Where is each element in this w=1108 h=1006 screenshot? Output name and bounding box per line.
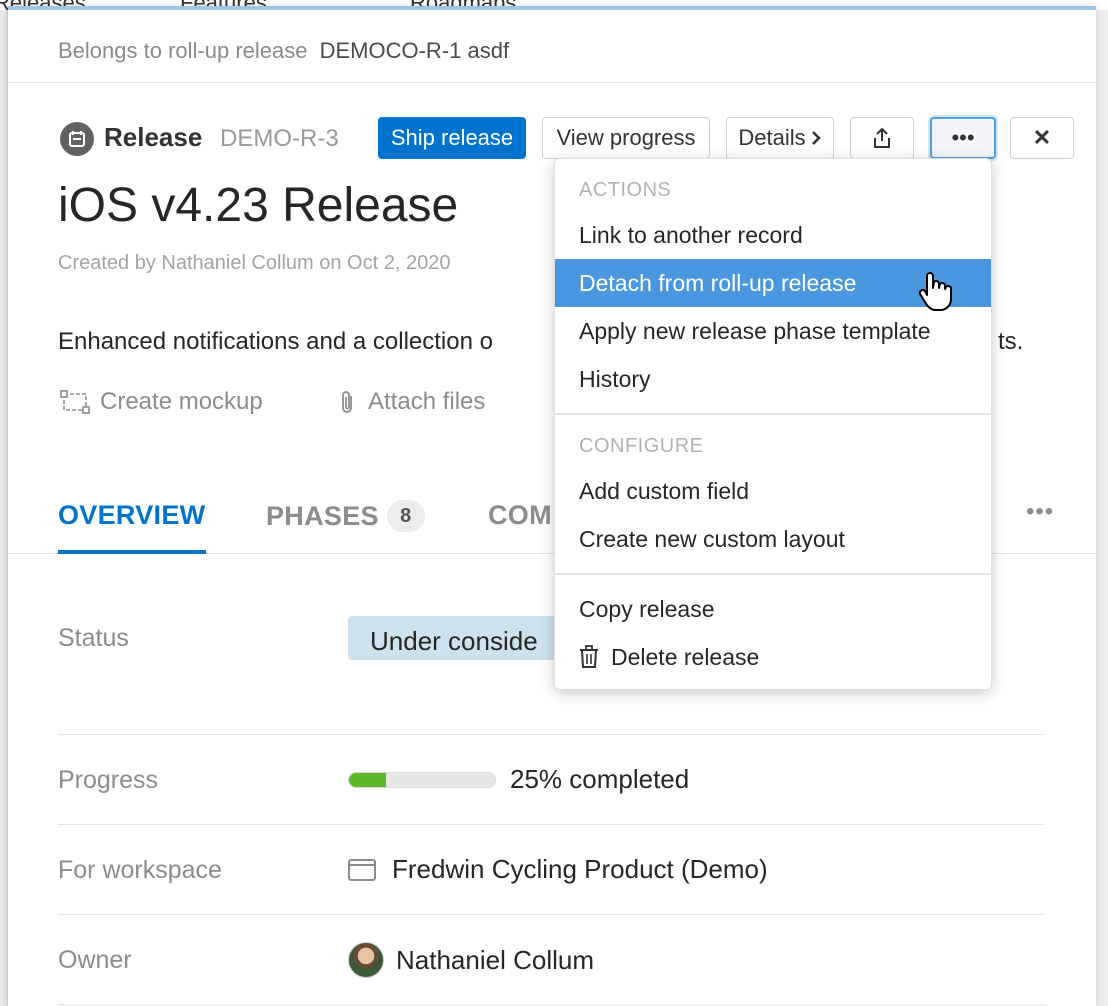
menu-item-history[interactable]: History <box>555 355 991 403</box>
progress-bar <box>348 771 496 788</box>
details-label: Details <box>738 125 806 150</box>
release-icon <box>60 122 94 156</box>
ship-release-button[interactable]: Ship release <box>378 117 526 159</box>
tab-comments[interactable]: COM <box>488 500 552 531</box>
progress-fill <box>349 772 386 787</box>
divider <box>8 82 1096 83</box>
row-divider <box>58 734 1044 735</box>
status-badge[interactable]: Under conside <box>348 616 578 660</box>
progress-value: 25% completed <box>348 764 689 795</box>
status-label: Status <box>58 624 129 652</box>
avatar <box>348 942 384 978</box>
menu-heading-actions: ACTIONS <box>579 179 672 201</box>
attach-files-label: Attach files <box>368 388 486 415</box>
menu-item-delete[interactable]: Delete release <box>555 633 991 681</box>
menu-item-add-field[interactable]: Add custom field <box>555 467 991 515</box>
owner-value[interactable]: Nathaniel Collum <box>348 942 594 978</box>
more-actions-menu: ACTIONS Link to another record Detach fr… <box>554 158 992 690</box>
close-button[interactable]: ✕ <box>1010 117 1074 159</box>
tab-phases-label: PHASES <box>266 501 379 531</box>
more-actions-button[interactable]: ••• <box>930 117 996 159</box>
background-page-left <box>0 10 8 1006</box>
rollup-breadcrumb: Belongs to roll-up release DEMOCO-R-1 as… <box>58 38 509 64</box>
hand-cursor-icon <box>918 272 952 311</box>
mockup-icon <box>60 390 90 414</box>
workspace-label: For workspace <box>58 856 222 884</box>
menu-divider <box>555 413 991 415</box>
menu-divider <box>555 573 991 575</box>
record-id[interactable]: DEMO-R-3 <box>220 125 339 153</box>
row-divider <box>58 914 1044 915</box>
owner-label: Owner <box>58 946 132 974</box>
menu-heading-configure: CONFIGURE <box>579 435 704 457</box>
delete-label: Delete release <box>611 643 760 670</box>
row-divider <box>58 824 1044 825</box>
share-icon <box>874 127 890 148</box>
attach-files-link[interactable]: Attach files <box>338 388 485 416</box>
tab-overview[interactable]: OVERVIEW <box>58 500 205 531</box>
description-text[interactable]: Enhanced notifications and a collection … <box>58 328 493 356</box>
tab-phases[interactable]: PHASES 8 <box>266 500 425 532</box>
menu-item-copy[interactable]: Copy release <box>555 585 991 633</box>
chevron-right-icon <box>811 131 821 145</box>
create-mockup-link[interactable]: Create mockup <box>60 388 263 416</box>
owner-name: Nathaniel Collum <box>396 944 594 975</box>
paperclip-icon <box>342 391 352 413</box>
description-tail[interactable]: ts. <box>998 328 1023 356</box>
row-divider <box>58 1004 1044 1005</box>
details-button[interactable]: Details <box>726 117 834 159</box>
share-button[interactable] <box>850 117 914 159</box>
progress-label: Progress <box>58 766 159 794</box>
tabs-more-icon[interactable]: ••• <box>1026 498 1054 526</box>
active-tab-indicator <box>58 550 206 554</box>
workspace-value[interactable]: Fredwin Cycling Product (Demo) <box>348 854 768 885</box>
workspace-name: Fredwin Cycling Product (Demo) <box>392 854 768 884</box>
rollup-prefix: Belongs to roll-up release <box>58 38 308 63</box>
record-type: Release <box>104 122 203 152</box>
create-mockup-label: Create mockup <box>100 388 263 415</box>
phases-count-badge: 8 <box>386 500 425 532</box>
menu-item-new-layout[interactable]: Create new custom layout <box>555 515 991 563</box>
trash-icon <box>580 645 598 668</box>
background-page-right <box>1096 10 1108 1006</box>
view-progress-button[interactable]: View progress <box>542 117 710 159</box>
progress-text: 25% completed <box>510 764 690 794</box>
menu-item-apply-template[interactable]: Apply new release phase template <box>555 307 991 355</box>
rollup-link[interactable]: DEMOCO-R-1 asdf <box>320 38 509 63</box>
page-title[interactable]: iOS v4.23 Release <box>58 178 458 233</box>
menu-item-link-record[interactable]: Link to another record <box>555 211 991 259</box>
created-info: Created by Nathaniel Collum on Oct 2, 20… <box>58 252 451 274</box>
workspace-icon <box>348 858 376 881</box>
